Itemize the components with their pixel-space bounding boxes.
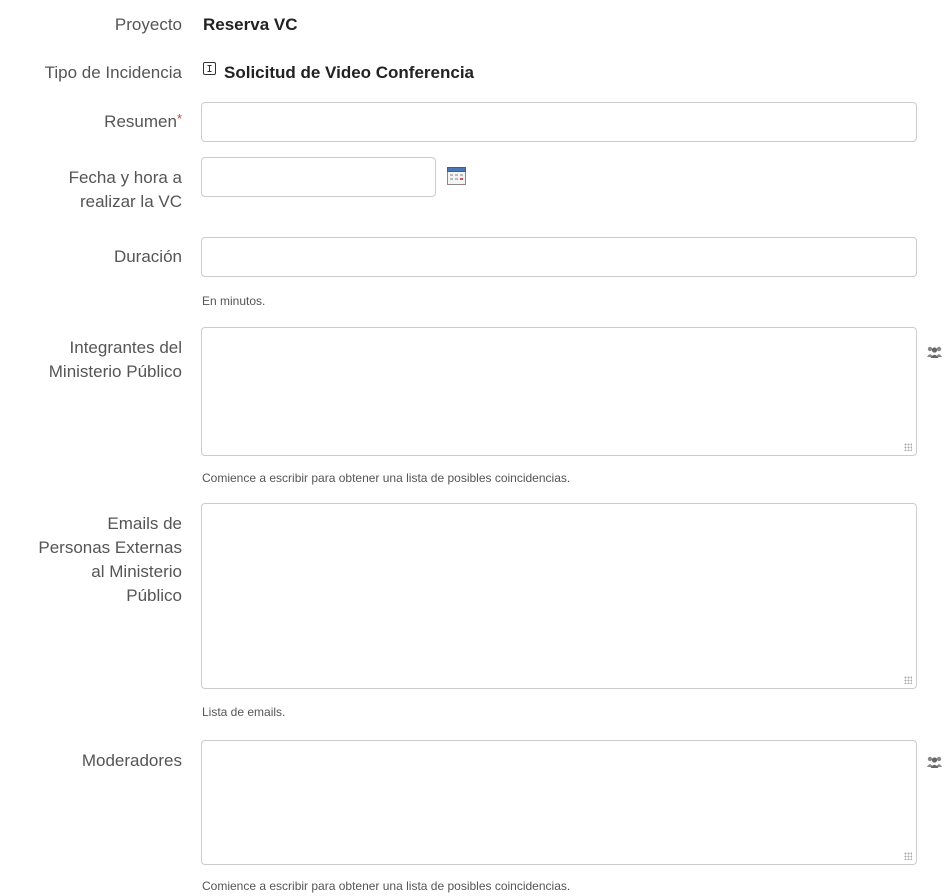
members-label-line2: Ministerio Público bbox=[48, 362, 182, 381]
resize-grip-icon[interactable] bbox=[904, 852, 912, 860]
datetime-label-line2: realizar la VC bbox=[79, 192, 182, 211]
datetime-label-line1: Fecha y hora a bbox=[68, 168, 182, 187]
members-help: Comience a escribir para obtener una lis… bbox=[202, 471, 571, 485]
external-emails-label-line2: Personas Externas bbox=[38, 538, 182, 557]
external-emails-label-line1: Emails de bbox=[107, 514, 182, 533]
issue-type-value: Solicitud de Video Conferencia bbox=[224, 63, 475, 82]
issue-type-icon bbox=[203, 62, 216, 75]
project-label: Proyecto bbox=[114, 15, 182, 34]
duration-help: En minutos. bbox=[202, 294, 266, 308]
resize-grip-icon[interactable] bbox=[904, 676, 912, 684]
summary-label: Resumen* bbox=[104, 110, 182, 134]
datetime-label: Fecha y hora a realizar la VC bbox=[69, 166, 182, 214]
calendar-icon[interactable] bbox=[446, 165, 467, 186]
project-value: Reserva VC bbox=[203, 15, 298, 34]
duration-label: Duración bbox=[113, 247, 182, 266]
external-emails-textarea[interactable] bbox=[201, 503, 917, 689]
people-picker-icon[interactable] bbox=[926, 755, 944, 769]
members-textarea[interactable] bbox=[201, 327, 917, 456]
external-emails-label: Emails de Personas Externas al Ministeri… bbox=[38, 512, 182, 608]
datetime-input[interactable] bbox=[201, 157, 436, 197]
moderators-help: Comience a escribir para obtener una lis… bbox=[202, 879, 571, 893]
summary-input[interactable] bbox=[201, 102, 917, 142]
moderators-textarea[interactable] bbox=[201, 740, 917, 865]
people-picker-icon[interactable] bbox=[926, 345, 944, 359]
duration-input[interactable] bbox=[201, 237, 917, 277]
external-emails-label-line3: al Ministerio bbox=[91, 562, 182, 581]
summary-label-text: Resumen bbox=[104, 112, 177, 131]
external-emails-help: Lista de emails. bbox=[202, 705, 286, 719]
members-label-line1: Integrantes del bbox=[69, 338, 182, 357]
required-marker: * bbox=[176, 111, 182, 126]
issue-type-label: Tipo de Incidencia bbox=[44, 63, 182, 82]
resize-grip-icon[interactable] bbox=[904, 443, 912, 451]
external-emails-label-line4: Público bbox=[126, 586, 182, 605]
members-label: Integrantes del Ministerio Público bbox=[49, 336, 182, 384]
moderators-label: Moderadores bbox=[81, 751, 182, 770]
